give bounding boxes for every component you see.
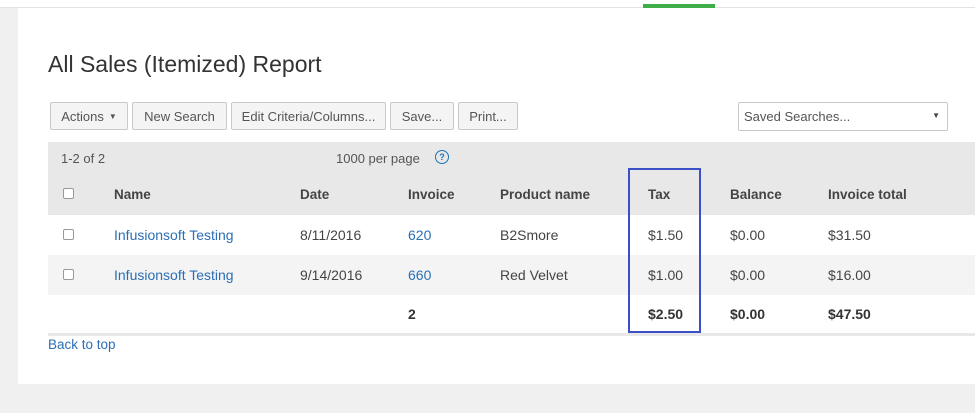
table-header-row: Name Date Invoice Product name Tax Balan… <box>48 174 975 215</box>
total-invoice-total: $47.50 <box>828 306 871 322</box>
product-cell: Red Velvet <box>500 267 568 283</box>
column-header-date[interactable]: Date <box>300 187 329 202</box>
contact-name-link[interactable]: Infusionsoft Testing <box>114 227 234 243</box>
top-nav-bar <box>0 0 975 8</box>
column-header-product[interactable]: Product name <box>500 187 590 202</box>
contact-name-link[interactable]: Infusionsoft Testing <box>114 267 234 283</box>
date-cell: 8/11/2016 <box>300 227 362 243</box>
new-search-button[interactable]: New Search <box>132 102 227 130</box>
caret-down-icon: ▼ <box>108 111 117 121</box>
column-header-balance[interactable]: Balance <box>730 187 782 202</box>
select-all-checkbox[interactable] <box>63 188 74 199</box>
balance-cell: $0.00 <box>730 227 766 243</box>
select-arrow-icon: ▼ <box>932 111 940 120</box>
saved-searches-select[interactable]: Saved Searches... ▼ <box>738 102 948 131</box>
invoice-total-cell: $16.00 <box>828 267 871 283</box>
column-header-invoice-total[interactable]: Invoice total <box>828 187 907 202</box>
help-icon[interactable]: ? <box>435 150 449 164</box>
invoice-link[interactable]: 660 <box>408 267 431 283</box>
per-page-selector[interactable]: 1000 per page <box>336 151 420 166</box>
product-cell: B2Smore <box>500 227 559 243</box>
actions-button-label: Actions <box>61 108 104 124</box>
print-button[interactable]: Print... <box>458 102 518 130</box>
actions-button[interactable]: Actions ▼ <box>50 102 128 130</box>
invoice-total-cell: $31.50 <box>828 227 871 243</box>
pagination-bar: 1-2 of 2 1000 per page ? <box>48 142 975 174</box>
back-to-top-link[interactable]: Back to top <box>48 337 116 352</box>
row-checkbox[interactable] <box>63 229 74 240</box>
balance-cell: $0.00 <box>730 267 766 283</box>
edit-criteria-button[interactable]: Edit Criteria/Columns... <box>231 102 386 130</box>
saved-searches-value: Saved Searches... <box>744 109 851 124</box>
column-header-invoice[interactable]: Invoice <box>408 187 455 202</box>
page-title: All Sales (Itemized) Report <box>48 51 322 77</box>
column-header-name[interactable]: Name <box>114 187 151 202</box>
totals-row: 2 $2.50 $0.00 $47.50 <box>48 295 975 333</box>
total-invoice-count: 2 <box>408 306 416 322</box>
date-cell: 9/14/2016 <box>300 267 363 283</box>
table-row: Infusionsoft Testing 8/11/2016 620 B2Smo… <box>48 215 975 255</box>
row-checkbox[interactable] <box>63 269 74 280</box>
record-count: 1-2 of 2 <box>61 151 106 166</box>
tax-column-highlight <box>628 168 701 333</box>
table-footer-bar <box>48 333 975 336</box>
invoice-link[interactable]: 620 <box>408 227 431 243</box>
table-row: Infusionsoft Testing 9/14/2016 660 Red V… <box>48 255 975 295</box>
save-button[interactable]: Save... <box>390 102 454 130</box>
total-balance: $0.00 <box>730 306 766 322</box>
